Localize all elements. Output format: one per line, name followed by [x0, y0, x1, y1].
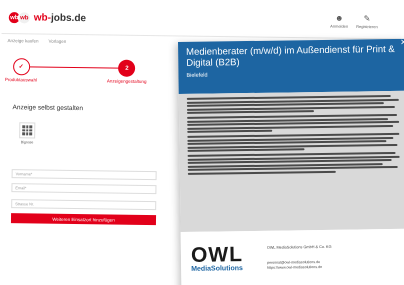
company-name: OWL MediaSolutions GmbH & Co. KG — [266, 244, 332, 250]
firstname-field[interactable]: Vorname* — [11, 169, 157, 181]
register-label: Registrieren — [356, 23, 378, 30]
ad-paragraph — [186, 95, 399, 114]
logo-upload[interactable]: Bignose — [16, 122, 38, 150]
close-icon[interactable]: ✕ — [399, 38, 404, 47]
login-label: Anmelden — [330, 23, 349, 29]
ad-header: Medienberater (m/w/d) im Außendienst für… — [178, 38, 404, 94]
email-field[interactable]: Email* — [11, 183, 157, 195]
register-icon: ✎ — [363, 14, 371, 24]
contact-website[interactable]: https://www.owl-mediasolutions.de — [267, 265, 322, 271]
logo-text-red: wb- — [33, 12, 52, 24]
company-contact: personal@owl-mediasolutions.de https://w… — [267, 260, 322, 271]
account-actions: ☻ Anmelden ✎ Registrieren — [330, 14, 378, 30]
ad-paragraph — [187, 151, 400, 175]
breadcrumb-templates[interactable]: Vorlagen — [48, 39, 66, 44]
user-icon: ☻ — [334, 13, 344, 23]
top-bar: wb wb wb-jobs.de ☻ Anmelden ✎ Registrier… — [1, 4, 402, 40]
register-button[interactable]: ✎ Registrieren — [356, 14, 378, 29]
breadcrumb-back[interactable]: Anzeige kaufen — [7, 38, 38, 43]
logo-mark-secondary: wb — [17, 11, 31, 25]
breadcrumb: Anzeige kaufen Vorlagen — [7, 38, 66, 44]
street-field[interactable]: Strasse Nr. — [11, 199, 157, 211]
section-title: Anzeige selbst gestalten — [12, 104, 84, 113]
ad-title: Medienberater (m/w/d) im Außendienst für… — [186, 43, 395, 69]
ad-paragraph — [187, 132, 400, 152]
job-ad-preview: Medienberater (m/w/d) im Außendienst für… — [178, 38, 404, 285]
step-label: Anzeigengestaltung — [106, 78, 147, 85]
company-logo: OWL — [190, 243, 244, 267]
upload-label: Bignose — [20, 140, 34, 145]
site-logo[interactable]: wb wb wb-jobs.de — [7, 11, 86, 25]
check-icon: ✓ — [12, 58, 30, 76]
ad-body-text — [178, 90, 404, 232]
step-number: 2 — [118, 59, 136, 77]
company-logo-subtitle: MediaSolutions — [191, 265, 243, 273]
login-button[interactable]: ☻ Anmelden — [330, 14, 348, 29]
ad-paragraph — [187, 113, 400, 133]
step-ad-design[interactable]: 2 Anzeigengestaltung — [107, 59, 147, 84]
logo-wordmark: wb-jobs.de — [34, 12, 86, 24]
ad-footer: OWL MediaSolutions OWL MediaSolutions Gm… — [180, 228, 404, 285]
step-product-selection[interactable]: ✓ Produktauswahl — [5, 58, 37, 82]
grid-icon — [19, 122, 36, 139]
logo-text-dark: jobs.de — [50, 12, 87, 25]
step-label: Produktauswahl — [4, 77, 38, 83]
add-location-button[interactable]: Weiteren Einsatzort hinzufügen — [10, 213, 157, 226]
ad-location: Bielefeld — [186, 72, 208, 79]
